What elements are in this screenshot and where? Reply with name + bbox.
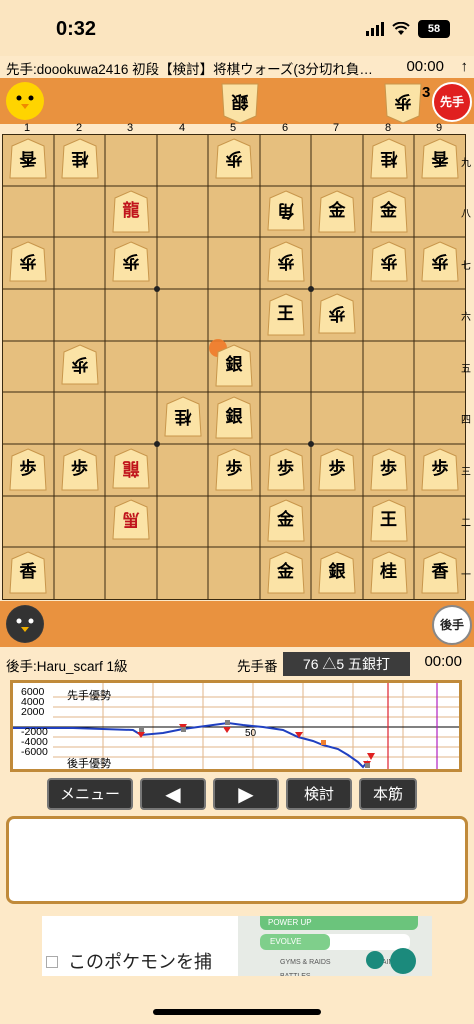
bottom-hand-bar: 後手 <box>0 601 474 647</box>
board-piece[interactable]: 歩 <box>369 448 409 492</box>
wifi-icon <box>392 22 410 35</box>
signal-icon <box>366 22 384 36</box>
ad-text: このポケモンを捕 <box>68 952 212 972</box>
board-piece[interactable]: 香 <box>420 138 460 182</box>
board-piece[interactable]: 桂 <box>369 551 409 595</box>
board-piece[interactable]: 馬 <box>111 499 151 543</box>
file-coordinates: 1 2 3 4 5 6 7 8 9 <box>24 122 443 134</box>
chick-avatar-icon <box>6 82 44 120</box>
board-piece[interactable]: 龍 <box>111 190 151 234</box>
board-piece[interactable]: 歩 <box>420 448 460 492</box>
board-piece[interactable]: 歩 <box>214 448 254 492</box>
game-title: 先手:doookuwa2416 初段【検討】将棋ウォーズ(3分切れ負… <box>6 62 373 77</box>
home-indicator[interactable] <box>153 1009 321 1015</box>
arrow-up-icon[interactable]: ↑ <box>461 58 469 75</box>
graph-mid-label: 50 <box>245 728 257 739</box>
gote-turn-badge: 後手 <box>432 605 472 645</box>
prev-move-button[interactable]: ◀ <box>140 778 206 810</box>
game-header: 先手:doookuwa2416 初段【検討】将棋ウォーズ(3分切れ負… 00:0… <box>6 58 468 78</box>
board-piece[interactable]: 銀 <box>214 344 254 388</box>
gote-player-name: 後手:Haru_scarf 1級 <box>6 659 128 674</box>
board-piece[interactable]: 金 <box>317 190 357 234</box>
board-piece[interactable]: 歩 <box>266 448 306 492</box>
board-piece[interactable]: 桂 <box>369 138 409 182</box>
ad-close-icon[interactable] <box>366 951 384 969</box>
sente-advantage-label: 先手優勢 <box>67 690 111 702</box>
board-piece[interactable]: 香 <box>420 551 460 595</box>
board-piece[interactable]: 角 <box>266 190 306 234</box>
ad-banner[interactable]: このポケモンを捕 POWER UP EVOLVE GYMS & RAIDS TR… <box>42 916 432 976</box>
board-piece[interactable]: 龍 <box>111 448 151 492</box>
gote-advantage-label: 後手優勢 <box>67 758 111 770</box>
rank-coordinates: 九 八 七 六 五 四 三 二 一 <box>461 158 471 581</box>
comment-box[interactable] <box>6 816 468 904</box>
board-piece[interactable]: 歩 <box>317 448 357 492</box>
last-move-display: 76 △5 五銀打 <box>283 652 410 676</box>
hand-piece-pawn[interactable]: 歩 <box>383 80 423 124</box>
board-piece[interactable]: 銀 <box>214 396 254 440</box>
ad-info-icon[interactable] <box>46 956 58 968</box>
board-piece[interactable]: 王 <box>266 293 306 337</box>
board-piece[interactable]: 王 <box>369 499 409 543</box>
board-piece[interactable]: 歩 <box>8 448 48 492</box>
top-hand-bar: 銀 歩 3 先手 <box>0 78 474 124</box>
ad-menu-icon[interactable] <box>390 948 416 974</box>
board-piece[interactable]: 金 <box>369 190 409 234</box>
board-piece[interactable]: 歩 <box>214 138 254 182</box>
board-piece[interactable]: 金 <box>266 551 306 595</box>
board-piece[interactable]: 桂 <box>163 396 203 440</box>
board-piece[interactable]: 歩 <box>8 241 48 285</box>
turn-label: 先手番 <box>237 659 278 674</box>
board-piece[interactable]: 歩 <box>60 448 100 492</box>
board-piece[interactable]: 香 <box>8 551 48 595</box>
board-piece[interactable]: 歩 <box>317 293 357 337</box>
board-piece[interactable]: 銀 <box>317 551 357 595</box>
clock: 0:32 <box>56 18 97 40</box>
board-piece[interactable]: 香 <box>8 138 48 182</box>
board-piece[interactable]: 桂 <box>60 138 100 182</box>
dark-chick-avatar-icon <box>6 605 44 643</box>
graph-y-axis: 6000 4000 2000 -2000 -4000 -6000 <box>21 686 48 758</box>
board-piece[interactable]: 歩 <box>266 241 306 285</box>
board-piece[interactable]: 歩 <box>111 241 151 285</box>
pawn-count: 3 <box>422 84 431 101</box>
evaluation-graph[interactable]: 6000 4000 2000 -2000 -4000 -6000 先手優勢 後手優勢 5… <box>10 680 462 772</box>
board-piece[interactable]: 歩 <box>60 344 100 388</box>
board-piece[interactable]: 金 <box>266 499 306 543</box>
analyze-button[interactable]: 検討 <box>286 778 352 810</box>
board-piece[interactable]: 歩 <box>420 241 460 285</box>
ad-image: POWER UP EVOLVE GYMS & RAIDS TRAINER BAT… <box>238 916 432 976</box>
main-line-button[interactable]: 本筋 <box>359 778 417 810</box>
battery-icon: 58 <box>418 20 450 38</box>
sente-turn-badge: 先手 <box>432 82 472 122</box>
sente-timer: 00:00 <box>406 58 444 75</box>
next-move-button[interactable]: ▶ <box>213 778 279 810</box>
status-bar: 0:32 58 <box>0 0 474 56</box>
hand-piece-silver[interactable]: 銀 <box>220 80 260 124</box>
board-piece[interactable]: 歩 <box>369 241 409 285</box>
menu-button[interactable]: メニュー <box>47 778 133 810</box>
shogi-board[interactable]: 香桂歩桂香龍角金金歩歩歩歩歩王歩歩銀桂銀歩歩龍歩歩歩歩歩馬金王香金銀桂香 <box>2 134 466 600</box>
gote-timer: 00:00 <box>424 653 462 670</box>
